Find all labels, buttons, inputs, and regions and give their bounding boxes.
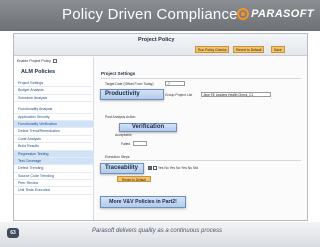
execution-steps-label: Execution Steps xyxy=(105,155,130,159)
slide-page-number: 63 xyxy=(7,228,19,238)
more-policies-callout: More V&V Policies in Part2! xyxy=(100,196,186,208)
productivity-callout: Productivity xyxy=(100,89,164,100)
target-date-input[interactable]: -7 xyxy=(165,81,185,86)
sidebar-item-test-coverage[interactable]: Test Coverage xyxy=(14,157,94,166)
verification-callout: Verification xyxy=(119,123,177,132)
sidebar-item-defect-trend[interactable]: Defect Trend/Remediation xyxy=(14,128,94,136)
sidebar-item-application-security[interactable]: Application Security xyxy=(14,114,94,121)
failed-label: Failed xyxy=(121,142,131,146)
post-analysis-label: Post Analysis Action xyxy=(105,115,136,119)
enable-project-policy[interactable]: Enable Project Policy xyxy=(17,59,57,64)
sidebar-item-functionality-analysis[interactable]: Functionality Analysis xyxy=(14,106,94,114)
failed-threshold-input[interactable] xyxy=(133,141,147,146)
sidebar-item-peer-review[interactable]: Peer Review xyxy=(14,180,94,188)
policy-header: Project Policy Run Policy Checks Revert … xyxy=(14,34,307,56)
project-policy-title: Project Policy xyxy=(138,37,175,43)
divider xyxy=(101,160,301,161)
option-checkbox[interactable] xyxy=(147,166,152,171)
parasoft-logo-icon xyxy=(237,8,250,20)
traceability-callout: Traceability xyxy=(100,163,144,174)
policy-main-panel: Project Settings Target Date (Offset Fro… xyxy=(97,57,307,220)
policy-window: Project Policy Run Policy Checks Revert … xyxy=(13,33,308,221)
save-button[interactable]: Save xyxy=(271,46,285,53)
alm-sidebar: Enable Project Policy ALM Policies Proje… xyxy=(14,57,94,220)
divider xyxy=(101,78,301,79)
enable-policy-checkbox[interactable] xyxy=(52,59,57,64)
revert-to-default-button-bottom[interactable]: Revert to Default xyxy=(117,176,151,182)
sidebar-item-project-settings[interactable]: Project Settings xyxy=(14,80,94,88)
target-date-label: Target Date (Offset From Today) xyxy=(105,82,154,86)
project-settings-title: Project Settings xyxy=(101,71,136,76)
sidebar-item-functionality-verification[interactable]: Functionality Verification xyxy=(14,120,94,129)
sidebar-item-schedule-analysis[interactable]: Schedule Analysis xyxy=(14,95,94,103)
option-checkbox[interactable] xyxy=(152,166,157,171)
sidebar-item-regression-testing[interactable]: Regression Testing xyxy=(14,150,94,158)
traceability-options-text: Yes No Yes No Yes No Std xyxy=(157,166,199,170)
alm-policy-list: Project Settings Budget Analysis Schedul… xyxy=(14,80,94,195)
alm-policies-title: ALM Policies xyxy=(21,69,56,75)
sidebar-item-budget-analysis[interactable]: Budget Analysis xyxy=(14,87,94,95)
sidebar-item-unit-tests-executed[interactable]: Unit Tests Executed xyxy=(14,187,94,195)
slide-title: Policy Driven Compliance xyxy=(62,6,238,23)
slide-tagline: Parasoft delivers quality as a continuou… xyxy=(92,228,223,234)
slide-footer: 63 Parasoft delivers quality as a contin… xyxy=(0,222,320,247)
sidebar-item-defect-trending[interactable]: Defect Trending xyxy=(14,165,94,173)
sidebar-item-source-code-trending[interactable]: Source Code Trending xyxy=(14,173,94,181)
revert-to-default-button[interactable]: Revert to Default xyxy=(233,46,265,53)
traceability-options[interactable]: Yes No Yes No Yes No Std xyxy=(147,166,199,171)
run-policy-checks-button[interactable]: Run Policy Checks xyxy=(195,46,230,53)
group-list-select[interactable]: Jave EE Leaders Health Check_C1 xyxy=(201,92,271,97)
sidebar-item-code-analysis[interactable]: Code Analysis xyxy=(14,136,94,144)
enable-policy-label: Enable Project Policy xyxy=(17,59,51,63)
parasoft-logo: PARASOFT xyxy=(237,8,314,20)
acceptable-label: Acceptable xyxy=(115,133,132,137)
sidebar-item-build-results[interactable]: Build Results xyxy=(14,143,94,151)
slide-title-bar: Policy Driven Compliance PARASOFT xyxy=(0,0,320,31)
group-list-label: Group Project List xyxy=(165,93,193,97)
parasoft-logo-text: PARASOFT xyxy=(251,8,314,20)
